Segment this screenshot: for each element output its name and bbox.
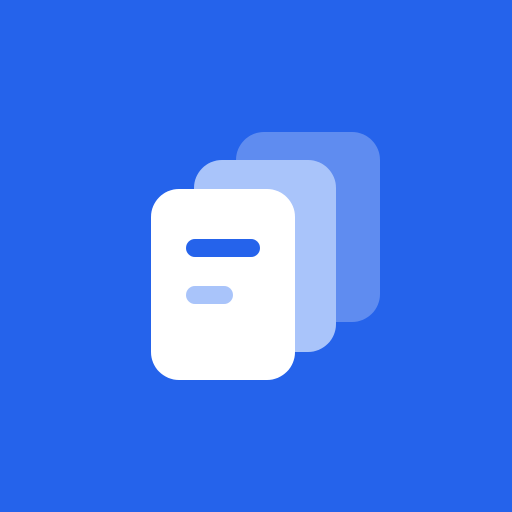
stacked-documents-icon — [0, 0, 512, 512]
document-subtitle-line — [186, 286, 233, 304]
front-document-card — [151, 189, 295, 380]
document-title-line — [186, 239, 260, 257]
app-icon-canvas — [0, 0, 512, 512]
